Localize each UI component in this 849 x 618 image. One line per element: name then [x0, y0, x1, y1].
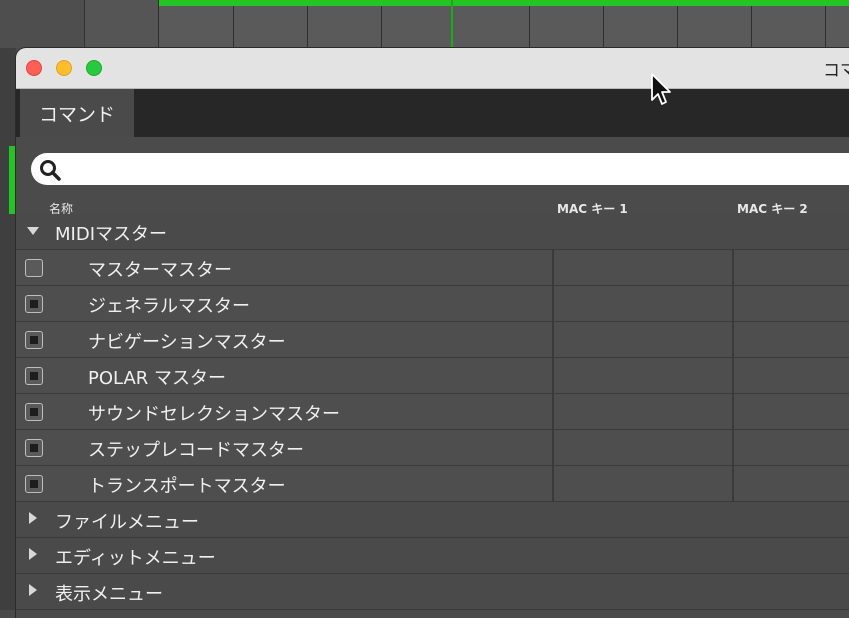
group-label: 表示メニュー [55, 584, 163, 605]
command-row[interactable]: サウンドセレクションマスター [16, 394, 849, 430]
row-checkbox[interactable] [25, 439, 43, 457]
grid-line [529, 6, 530, 48]
maximize-button[interactable] [86, 60, 102, 76]
cell-divider [552, 250, 554, 285]
arrow-cursor-icon [651, 73, 671, 105]
command-label: ジェネラルマスター [88, 296, 250, 317]
command-row[interactable]: ナビゲーションマスター [16, 322, 849, 358]
cell-divider [732, 394, 734, 429]
magnifier-icon [40, 160, 61, 181]
tab-bar: コマンド [16, 89, 849, 137]
group-row[interactable]: MIDIマスター [16, 214, 849, 250]
command-label: トランスポートマスター [88, 476, 286, 497]
command-row[interactable]: ステップレコードマスター [16, 430, 849, 466]
cell-divider [552, 430, 554, 465]
grid-line [381, 6, 382, 48]
daw-track-lane [158, 0, 849, 48]
group-row[interactable]: エディットメニュー [16, 538, 849, 574]
grid-line [603, 6, 604, 48]
minimize-button[interactable] [56, 60, 72, 76]
window-title: コマ [823, 61, 849, 81]
title-bar[interactable]: コマ [16, 48, 849, 89]
cell-divider [732, 250, 734, 285]
command-label: ステップレコードマスター [88, 440, 304, 461]
command-label: POLAR マスター [88, 368, 227, 389]
disclosure-collapsed-icon[interactable] [29, 548, 37, 560]
grid-line [825, 6, 826, 48]
command-row[interactable]: マスターマスター [16, 250, 849, 286]
daw-track-header [0, 0, 85, 48]
cell-divider [732, 466, 734, 501]
midi-region-side [9, 146, 16, 214]
row-checkbox[interactable] [25, 295, 43, 313]
command-row[interactable]: ジェネラルマスター [16, 286, 849, 322]
playhead [451, 0, 453, 48]
command-row[interactable]: POLAR マスター [16, 358, 849, 394]
row-checkbox[interactable] [25, 331, 43, 349]
row-checkbox[interactable] [25, 259, 43, 277]
command-label: サウンドセレクションマスター [88, 404, 340, 425]
cell-divider [552, 322, 554, 357]
grid-line [751, 6, 752, 48]
group-row[interactable]: 表示メニュー [16, 574, 849, 610]
group-label: ファイルメニュー [55, 512, 199, 533]
grid-line [677, 6, 678, 48]
group-label: MIDIマスター [55, 224, 168, 245]
command-list: MIDIマスター マスターマスター ジェネラルマスター ナビゲーションマスター … [16, 214, 849, 610]
grid-line [233, 6, 234, 48]
command-window: コマ コマンド 名称 MAC キー 1 MAC キー 2 MIDIマスター マス… [16, 48, 849, 618]
disclosure-collapsed-icon[interactable] [29, 584, 37, 596]
cell-divider [552, 286, 554, 321]
row-checkbox[interactable] [25, 367, 43, 385]
grid-line [307, 6, 308, 48]
tab-commands[interactable]: コマンド [20, 89, 134, 137]
disclosure-collapsed-icon[interactable] [29, 512, 37, 524]
midi-region [159, 0, 849, 6]
cell-divider [552, 358, 554, 393]
command-label: ナビゲーションマスター [88, 332, 286, 353]
group-row[interactable]: ファイルメニュー [16, 502, 849, 538]
cell-divider [732, 286, 734, 321]
close-button[interactable] [26, 60, 42, 76]
cell-divider [732, 322, 734, 357]
row-checkbox[interactable] [25, 475, 43, 493]
command-row[interactable]: トランスポートマスター [16, 466, 849, 502]
search-input[interactable] [31, 153, 849, 185]
command-label: マスターマスター [88, 260, 232, 281]
row-checkbox[interactable] [25, 403, 43, 421]
cell-divider [732, 358, 734, 393]
cell-divider [732, 430, 734, 465]
disclosure-expanded-icon[interactable] [27, 227, 39, 235]
group-label: エディットメニュー [55, 548, 216, 569]
cell-divider [552, 394, 554, 429]
cell-divider [552, 466, 554, 501]
daw-left-strip [0, 48, 16, 610]
